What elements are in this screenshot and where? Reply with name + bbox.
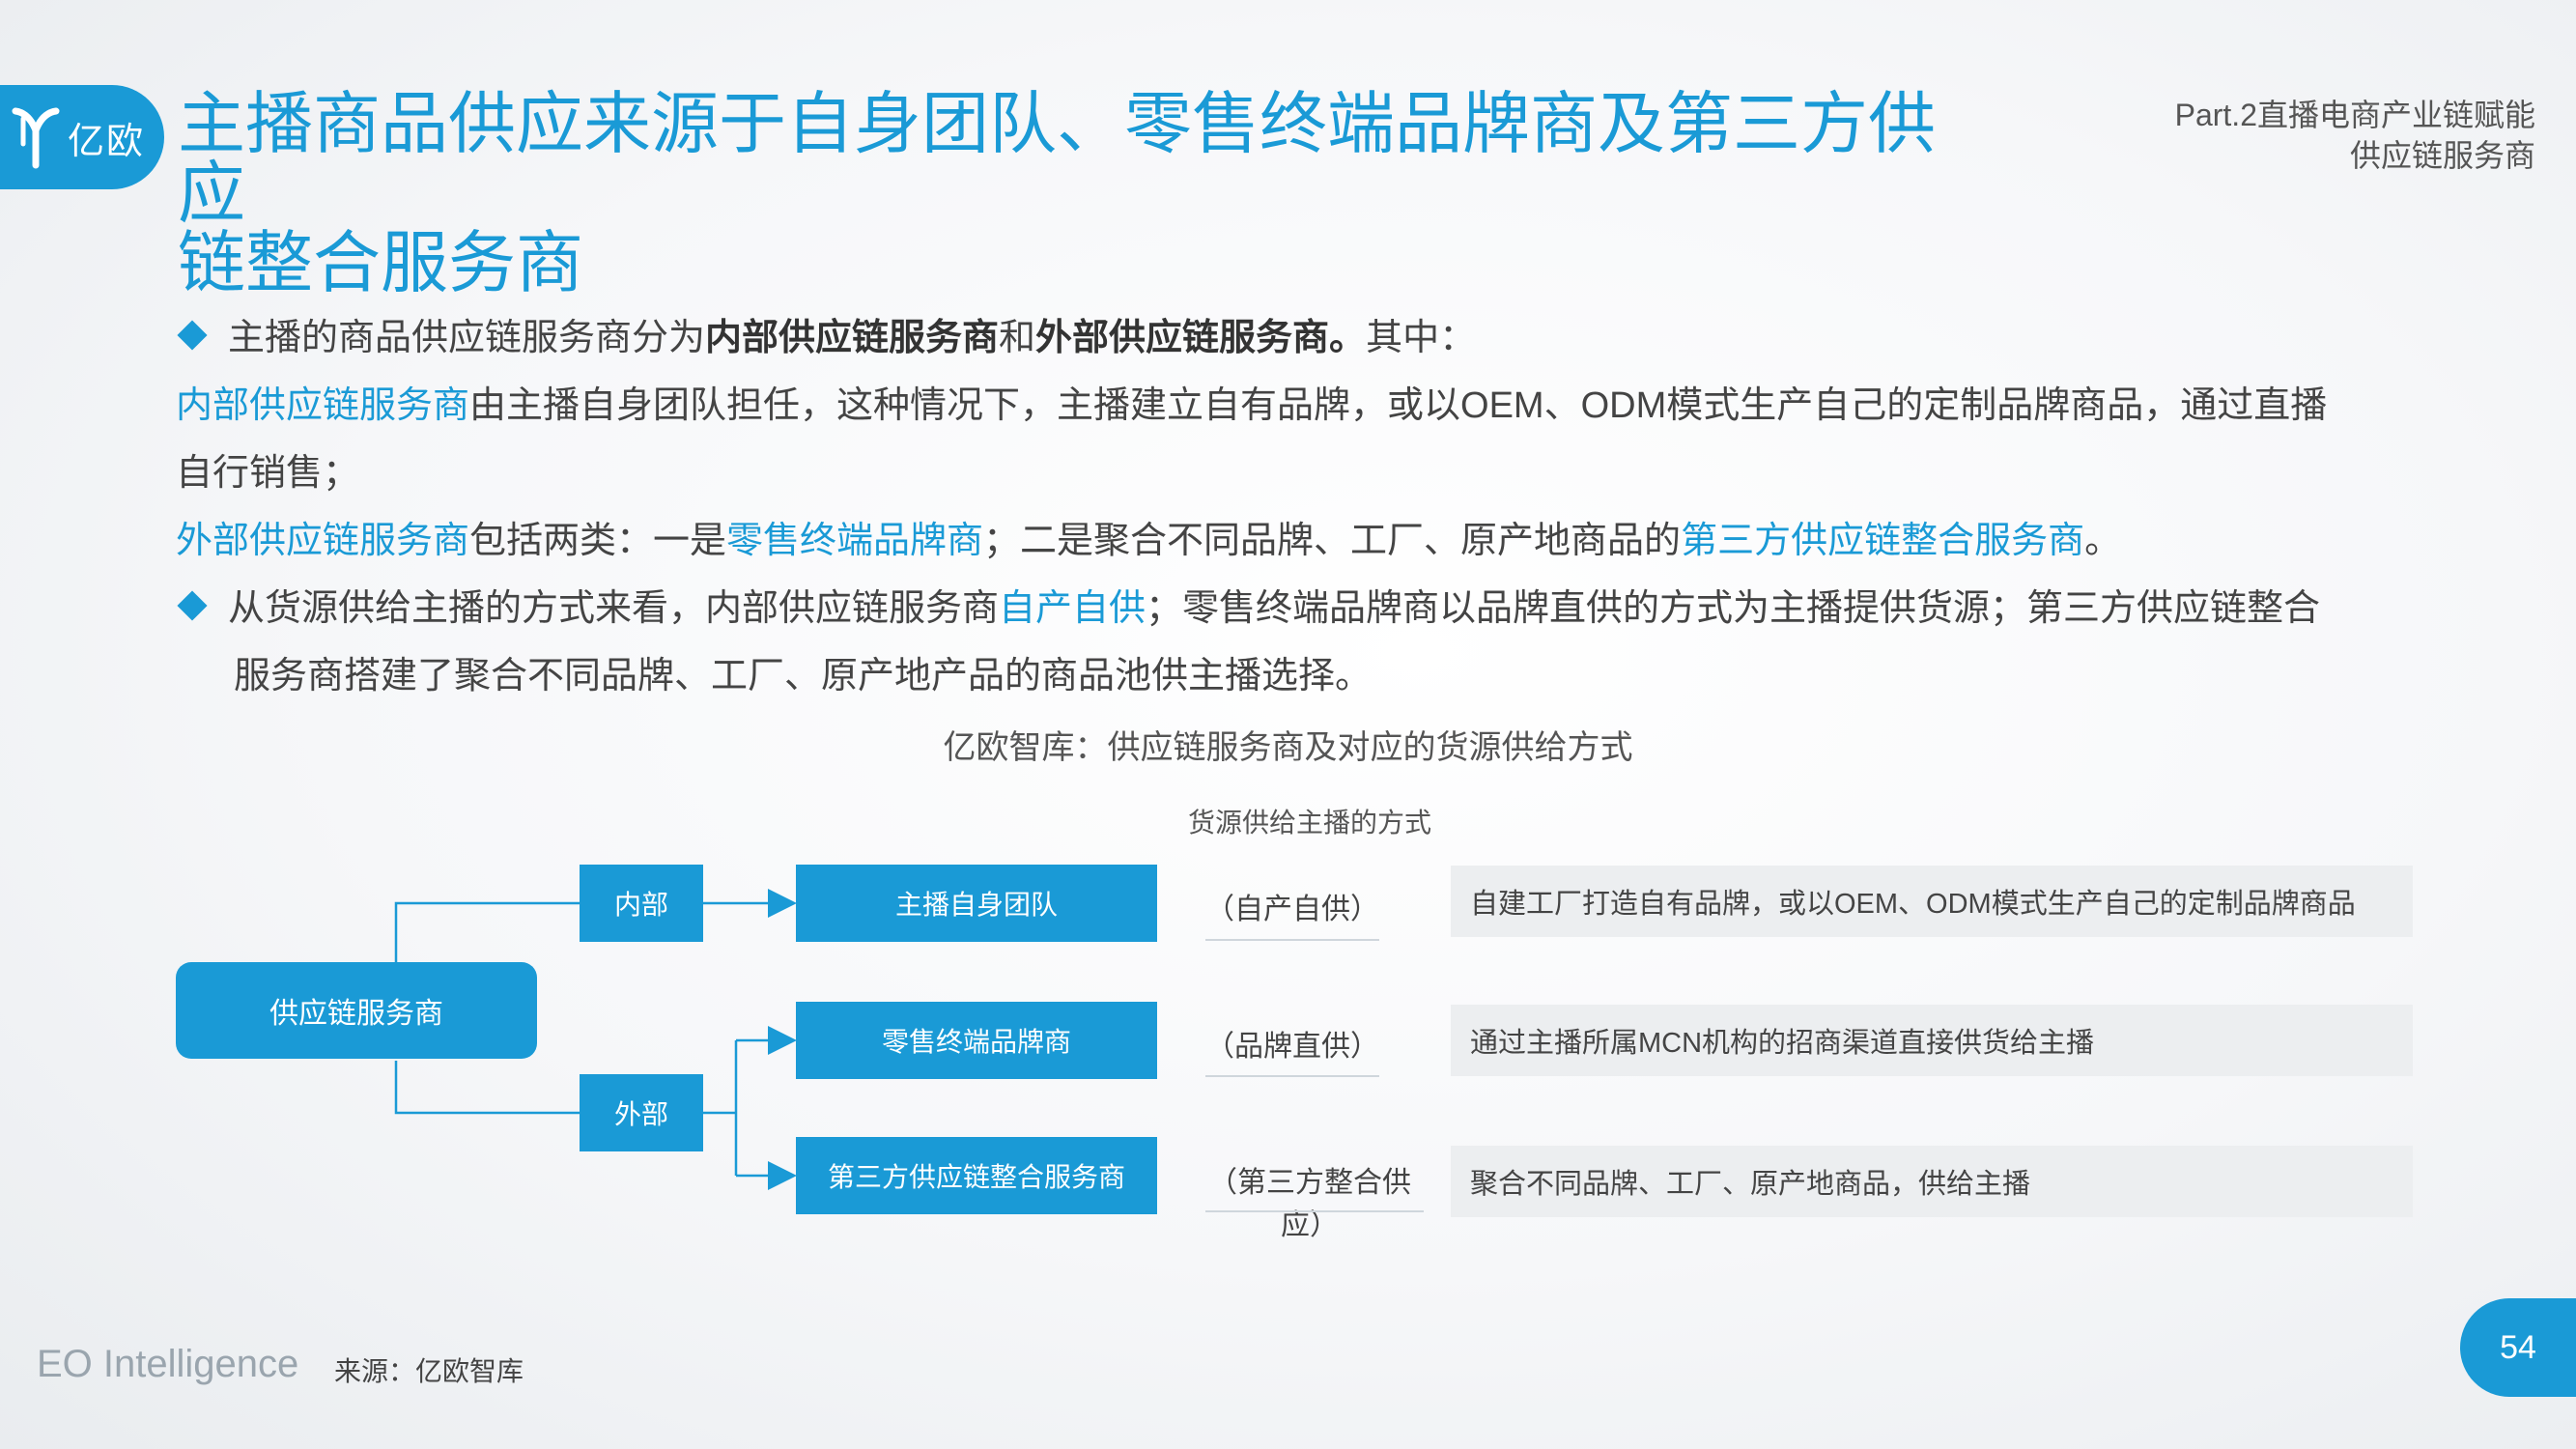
mode-description: 通过主播所属MCN机构的招商渠道直接供货给主播 — [1451, 1005, 2413, 1076]
mode-description: 聚合不同品牌、工厂、原产地商品，供给主播 — [1451, 1146, 2413, 1217]
node-provider-third-party: 第三方供应链整合服务商 — [796, 1137, 1157, 1214]
node-provider-anchor-team: 主播自身团队 — [796, 865, 1157, 942]
footer-source: 来源：亿欧智库 — [334, 1356, 524, 1386]
mode-underline — [1205, 939, 1379, 941]
footer-brand: EO Intelligence — [37, 1343, 299, 1385]
mode-label: （品牌直供） — [1205, 1031, 1379, 1063]
connector-root-internal — [394, 901, 580, 962]
connector-root-external — [394, 1061, 580, 1115]
page-number: 54 — [2460, 1298, 2576, 1397]
mode-description: 自建工厂打造自有品牌，或以OEM、ODM模式生产自己的定制品牌商品 — [1451, 866, 2413, 937]
mode-underline — [1205, 1075, 1379, 1077]
node-supply-chain-provider: 供应链服务商 — [176, 962, 537, 1059]
mode-underline — [1205, 1210, 1424, 1212]
mode-label: （第三方整合供应） — [1208, 1167, 1411, 1241]
node-external: 外部 — [580, 1074, 703, 1151]
node-internal: 内部 — [580, 865, 703, 942]
mode-label: （自产自供） — [1205, 894, 1379, 925]
node-provider-retail-brand: 零售终端品牌商 — [796, 1002, 1157, 1079]
